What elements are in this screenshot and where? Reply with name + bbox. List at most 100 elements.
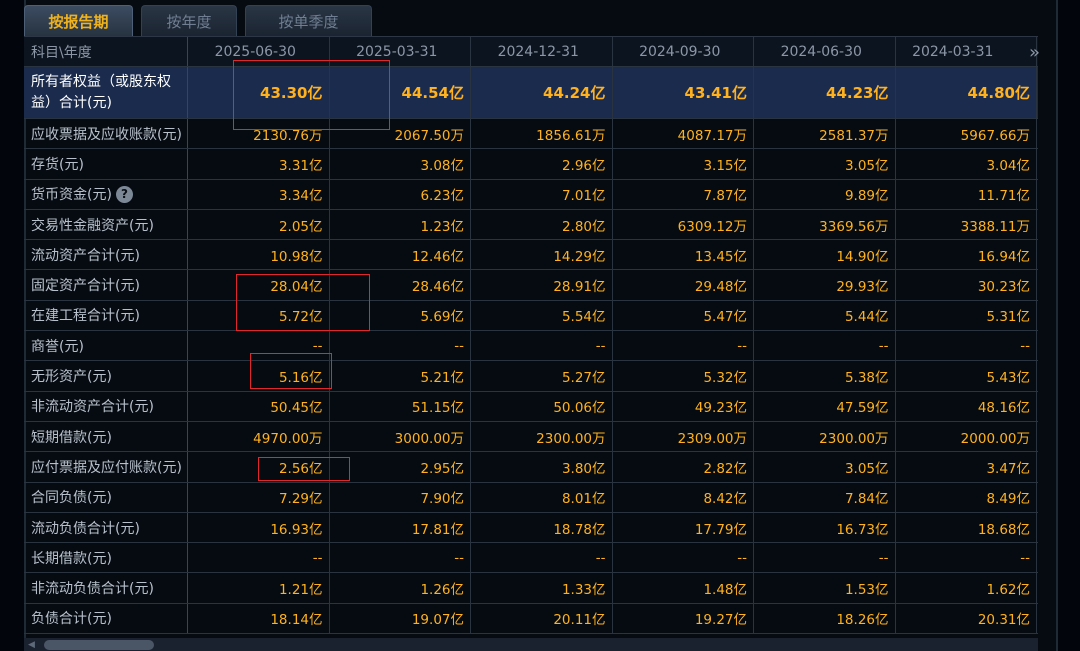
value-cell: 7.84亿	[754, 482, 896, 512]
value-cell: 5.16亿	[188, 361, 330, 391]
value-cell: 3.34亿	[188, 179, 330, 209]
row-label: 负债合计(元)	[24, 603, 188, 634]
value-cell: 11.71亿	[896, 179, 1037, 209]
value-cell: 3388.11万	[896, 209, 1037, 240]
row-label: 商誉(元)	[24, 331, 188, 361]
value-cell: 16.73亿	[754, 512, 896, 543]
value-cell: 9.89亿	[754, 179, 896, 209]
value-cell: 1.26亿	[330, 573, 471, 603]
row-label: 长期借款(元)	[24, 543, 188, 573]
scrollbar-thumb[interactable]	[44, 640, 154, 650]
value-cell: --	[896, 331, 1037, 361]
value-cell: 44.23亿	[754, 67, 896, 118]
value-cell: 19.27亿	[613, 603, 754, 634]
value-cell: 8.42亿	[613, 482, 754, 512]
value-cell: 30.23亿	[896, 270, 1037, 300]
row-label-text: 存货(元)	[31, 156, 84, 173]
value-cell: 50.45亿	[188, 391, 330, 421]
table-row: 非流动资产合计(元) 50.45亿 51.15亿 50.06亿 49.23亿 47.59亿…	[24, 391, 1038, 422]
tab-by-report-period[interactable]: 按报告期	[24, 5, 133, 37]
row-label: 所有者权益（或股东权益）合计(元)	[24, 67, 188, 118]
value-cell: 12.46亿	[330, 240, 471, 270]
row-label: 流动资产合计(元)	[24, 240, 188, 270]
header-period: 2024-03-31	[896, 37, 1037, 66]
value-cell: 3000.00万	[330, 421, 471, 452]
value-cell: 5.31亿	[896, 300, 1037, 331]
scroll-left-icon[interactable]: ◀	[28, 640, 35, 650]
table-row: 短期借款(元) 4970.00万 3000.00万 2300.00万 2309.00万 2…	[24, 421, 1038, 453]
row-label: 流动负债合计(元)	[24, 512, 188, 543]
row-label-text: 无形资产(元)	[31, 369, 112, 386]
row-label-text: 在建工程合计(元)	[31, 308, 140, 325]
value-cell: 3.80亿	[471, 452, 613, 482]
value-cell: 8.49亿	[896, 482, 1037, 512]
table-row: 所有者权益（或股东权益）合计(元) 43.30亿 44.54亿 44.24亿 43.41…	[24, 67, 1038, 119]
value-cell: 7.01亿	[471, 179, 613, 209]
value-cell: 3.04亿	[896, 149, 1037, 179]
value-cell: 7.87亿	[613, 179, 754, 209]
value-cell: 28.04亿	[188, 270, 330, 300]
value-cell: --	[754, 543, 896, 573]
value-cell: 2300.00万	[754, 421, 896, 452]
value-cell: 5.21亿	[330, 361, 471, 391]
horizontal-scrollbar[interactable]: ◀	[24, 638, 1038, 651]
row-label: 短期借款(元)	[24, 421, 188, 452]
next-periods-icon[interactable]: »	[1029, 42, 1040, 63]
value-cell: 44.54亿	[330, 67, 471, 118]
value-cell: --	[330, 543, 471, 573]
value-cell: 3.05亿	[754, 149, 896, 179]
value-cell: --	[613, 331, 754, 361]
value-cell: 6309.12万	[613, 209, 754, 240]
tab-by-quarter[interactable]: 按单季度	[245, 5, 372, 37]
value-cell: 2.05亿	[188, 209, 330, 240]
value-cell: 5.32亿	[613, 361, 754, 391]
value-cell: --	[613, 543, 754, 573]
help-icon[interactable]: ?	[115, 185, 133, 203]
value-cell: 20.11亿	[471, 603, 613, 634]
value-cell: 4970.00万	[188, 421, 330, 452]
value-cell: --	[188, 543, 330, 573]
row-label-text: 流动资产合计(元)	[31, 247, 140, 264]
value-cell: 43.30亿	[188, 67, 330, 118]
row-label-text: 货币资金(元)	[31, 187, 112, 204]
value-cell: 2130.76万	[188, 119, 330, 149]
value-cell: 5.72亿	[188, 300, 330, 331]
value-cell: 5.47亿	[613, 300, 754, 331]
row-label-text: 交易性金融资产(元)	[31, 217, 154, 234]
value-cell: 5.38亿	[754, 361, 896, 391]
row-label-text: 短期借款(元)	[31, 429, 112, 446]
value-cell: 47.59亿	[754, 391, 896, 421]
row-label: 非流动负债合计(元)	[24, 573, 188, 603]
table-row: 无形资产(元) 5.16亿 5.21亿 5.27亿 5.32亿 5.38亿 5.43亿	[24, 361, 1038, 392]
row-label: 交易性金融资产(元)	[24, 209, 188, 240]
table-row: 在建工程合计(元) 5.72亿 5.69亿 5.54亿 5.47亿 5.44亿 5.31亿	[24, 300, 1038, 332]
value-cell: 3.47亿	[896, 452, 1037, 482]
value-cell: 2.56亿	[188, 452, 330, 482]
value-cell: 5.69亿	[330, 300, 471, 331]
table-row: 固定资产合计(元) 28.04亿 28.46亿 28.91亿 29.48亿 29.93亿 3…	[24, 270, 1038, 301]
header-period: 2025-03-31	[330, 37, 471, 66]
header-period: 2024-06-30	[754, 37, 896, 66]
value-cell: 18.68亿	[896, 512, 1037, 543]
value-cell: 6.23亿	[330, 179, 471, 209]
value-cell: 2581.37万	[754, 119, 896, 149]
value-cell: 44.80亿	[896, 67, 1037, 118]
table-row: 长期借款(元) -- -- -- -- -- --	[24, 543, 1038, 574]
row-label-text: 非流动资产合计(元)	[31, 399, 154, 416]
table-row: 应付票据及应付账款(元) 2.56亿 2.95亿 3.80亿 2.82亿 3.05亿 3.4…	[24, 452, 1038, 483]
row-label-text: 流动负债合计(元)	[31, 520, 140, 537]
balance-sheet-table: 科目\年度 2025-06-30 2025-03-31 2024-12-31 2…	[24, 36, 1040, 635]
value-cell: 2.80亿	[471, 209, 613, 240]
table-row: 货币资金(元)? 3.34亿 6.23亿 7.01亿 7.87亿 9.89亿 11.71亿	[24, 179, 1038, 210]
table-header-row: 科目\年度 2025-06-30 2025-03-31 2024-12-31 2…	[24, 37, 1040, 67]
panel-right-border	[1056, 0, 1058, 651]
value-cell: 49.23亿	[613, 391, 754, 421]
value-cell: 4087.17万	[613, 119, 754, 149]
table-row: 流动资产合计(元) 10.98亿 12.46亿 14.29亿 13.45亿 14.90亿 1…	[24, 240, 1038, 271]
row-label-text: 商誉(元)	[31, 338, 84, 355]
value-cell: 29.93亿	[754, 270, 896, 300]
table-row: 非流动负债合计(元) 1.21亿 1.26亿 1.33亿 1.48亿 1.53亿 1.62亿	[24, 573, 1038, 604]
value-cell: 17.81亿	[330, 512, 471, 543]
value-cell: --	[471, 331, 613, 361]
tab-by-year[interactable]: 按年度	[141, 5, 237, 37]
